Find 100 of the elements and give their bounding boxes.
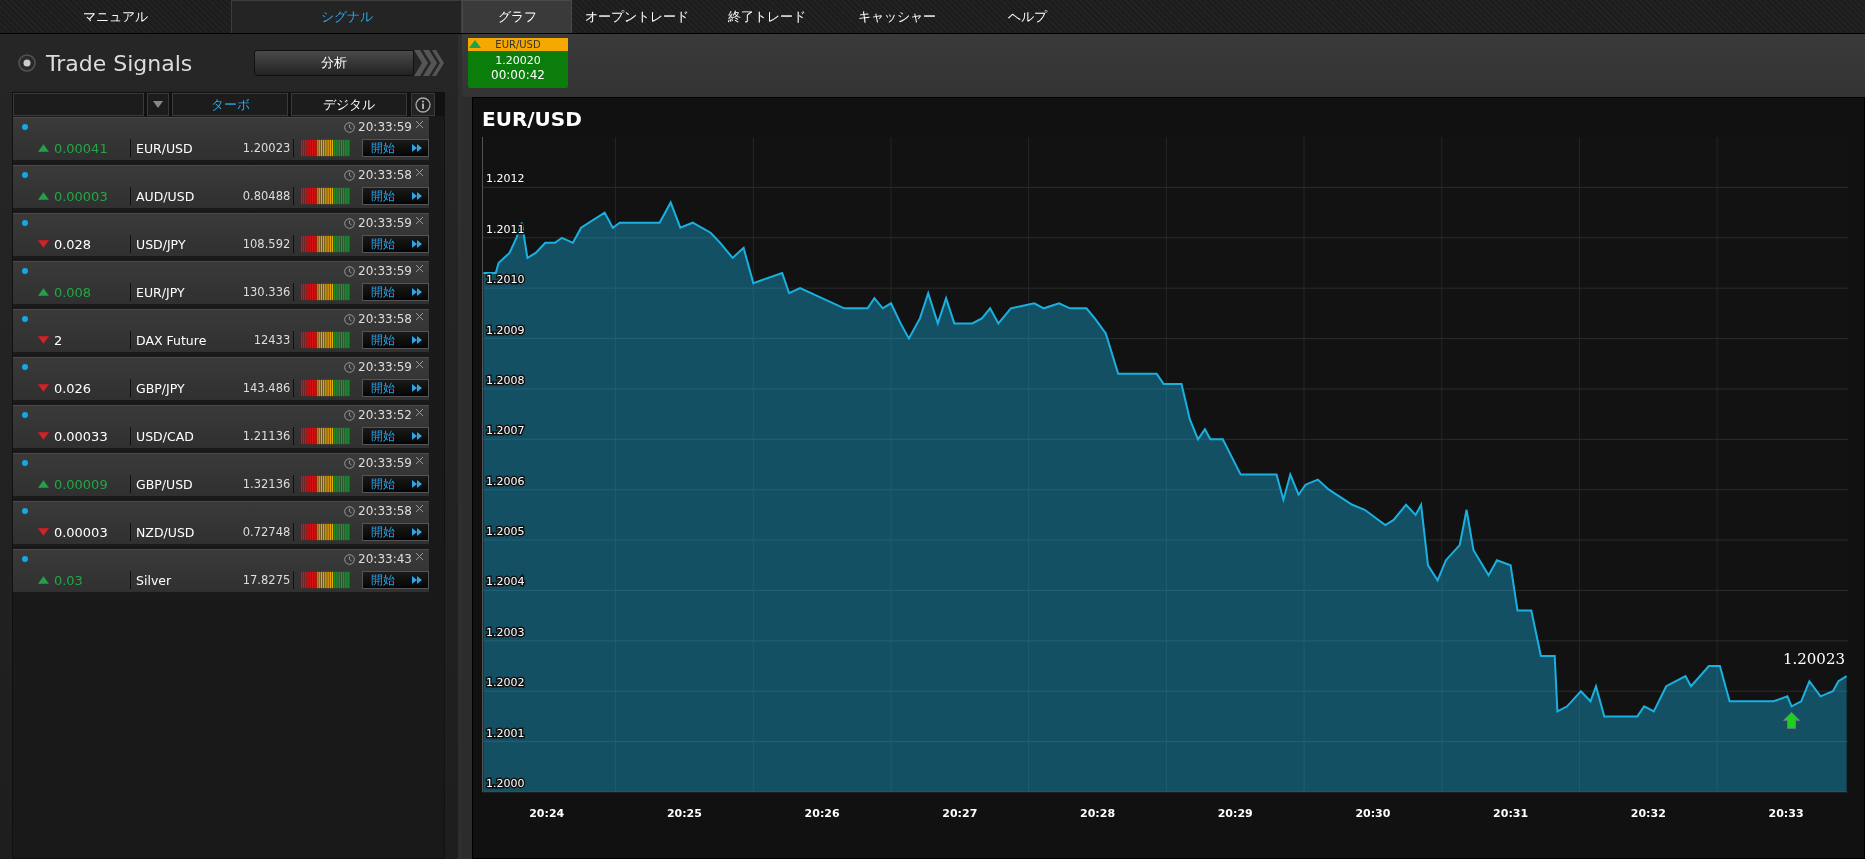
change-value: 2 — [53, 332, 64, 348]
pair-name: Silver — [136, 572, 173, 588]
price-value: 143.486 — [241, 381, 291, 395]
panel-title: Trade Signals — [46, 50, 194, 76]
close-icon[interactable] — [416, 168, 423, 176]
change-value: 0.00009 — [53, 476, 109, 492]
info-icon — [415, 96, 431, 113]
start-button[interactable]: 開始 — [362, 235, 429, 253]
info-button[interactable] — [411, 93, 435, 116]
start-button[interactable]: 開始 — [362, 427, 429, 445]
y-tick-label: 1.2004 — [486, 575, 525, 589]
close-icon[interactable] — [416, 360, 423, 368]
signal-meter-drawing — [301, 139, 351, 157]
close-icon[interactable] — [416, 312, 423, 320]
change-value: 0.008 — [53, 284, 93, 300]
fast-forward-icon — [412, 480, 422, 488]
close-icon[interactable] — [416, 408, 423, 416]
status-dot — [22, 124, 28, 130]
start-button[interactable]: 開始 — [362, 283, 429, 301]
x-tick-label: 20:30 — [1355, 807, 1391, 820]
signal-meter-drawing — [301, 187, 351, 205]
last-price-label: 1.20023 — [1782, 650, 1845, 669]
start-button[interactable]: 開始 — [362, 139, 429, 157]
status-dot — [22, 460, 28, 466]
y-tick-label: 1.2010 — [486, 273, 525, 287]
nav-tab[interactable]: オープントレード — [572, 0, 702, 33]
nav-tab[interactable]: シグナル — [231, 0, 462, 33]
pair-name: GBP/JPY — [136, 380, 186, 396]
close-icon[interactable] — [416, 504, 423, 512]
change-value: 0.028 — [53, 236, 93, 252]
signal-time: 20:33:58 — [358, 504, 412, 518]
nav-tab[interactable]: グラフ — [462, 0, 572, 33]
pair-name: DAX Future — [136, 332, 208, 348]
dropdown-field[interactable] — [13, 93, 144, 116]
price-value: 17.8275 — [241, 573, 291, 587]
clock-icon — [344, 457, 356, 469]
fast-forward-icon — [412, 192, 422, 200]
pair-name: USD/CAD — [136, 428, 195, 444]
y-tick-label: 1.2003 — [486, 625, 525, 639]
status-dot — [22, 508, 28, 514]
filter-tab[interactable]: ターボ — [172, 93, 288, 116]
signal-meter-drawing — [301, 571, 351, 589]
status-dot — [22, 364, 28, 370]
change-value: 0.00003 — [53, 188, 109, 204]
price-value: 12433 — [252, 333, 291, 347]
chevrons-icon — [414, 50, 444, 76]
pair-name: NZD/USD — [136, 524, 196, 540]
clock-icon — [344, 121, 356, 133]
nav-tab[interactable]: マニュアル — [0, 0, 231, 33]
change-value: 0.00033 — [53, 428, 109, 444]
fast-forward-icon — [412, 240, 422, 248]
close-icon[interactable] — [416, 120, 423, 128]
clock-icon — [344, 169, 356, 181]
y-tick-label: 1.2008 — [486, 373, 525, 387]
change-value: 0.03 — [53, 572, 84, 588]
y-tick-label: 1.2006 — [486, 474, 525, 488]
ticker-symbol: EUR/USD — [495, 39, 541, 50]
start-button[interactable]: 開始 — [362, 523, 429, 541]
fast-forward-icon — [412, 576, 422, 584]
nav-tab[interactable]: キャッシャー — [832, 0, 962, 33]
close-icon[interactable] — [416, 264, 423, 272]
x-tick-label: 20:25 — [666, 807, 702, 820]
nav-tab[interactable]: ヘルプ — [962, 0, 1092, 33]
start-button[interactable]: 開始 — [362, 475, 429, 493]
clock-icon — [344, 217, 356, 229]
x-tick-label: 20:24 — [529, 807, 565, 820]
close-icon[interactable] — [416, 552, 423, 560]
price-value: 108.592 — [241, 237, 291, 251]
x-tick-label: 20:27 — [942, 807, 978, 820]
filter-tab[interactable]: デジタル — [291, 93, 407, 116]
dropdown-button[interactable] — [147, 93, 169, 116]
x-tick-label: 20:28 — [1080, 807, 1116, 820]
clock-icon — [344, 409, 356, 421]
signal-meter-drawing — [301, 331, 351, 349]
start-button[interactable]: 開始 — [362, 331, 429, 349]
signal-time: 20:33:59 — [358, 120, 412, 134]
close-icon[interactable] — [416, 456, 423, 464]
signal-time: 20:33:58 — [358, 312, 412, 326]
y-tick-label: 1.2002 — [486, 676, 525, 690]
ticker-price: 1.20020 — [494, 54, 542, 67]
analysis-button[interactable]: 分析 — [254, 50, 414, 76]
price-value: 0.72748 — [241, 525, 291, 539]
clock-icon — [344, 265, 356, 277]
close-icon[interactable] — [416, 216, 423, 224]
price-value: 1.20023 — [241, 141, 291, 155]
pair-name: EUR/JPY — [136, 284, 186, 300]
start-button[interactable]: 開始 — [362, 571, 429, 589]
pair-name: USD/JPY — [136, 236, 187, 252]
status-dot — [22, 316, 28, 322]
nav-tab[interactable]: 終了トレード — [702, 0, 832, 33]
x-tick-label: 20:32 — [1630, 807, 1666, 820]
y-tick-label: 1.2009 — [486, 323, 525, 337]
clock-icon — [344, 361, 356, 373]
fast-forward-icon — [412, 384, 422, 392]
start-button[interactable]: 開始 — [362, 187, 429, 205]
status-dot — [22, 412, 28, 418]
signal-time: 20:33:52 — [358, 408, 412, 422]
price-value: 130.336 — [241, 285, 291, 299]
start-button[interactable]: 開始 — [362, 379, 429, 397]
ticker-card[interactable]: EUR/USD 1.20020 00:00:42 — [468, 38, 568, 88]
